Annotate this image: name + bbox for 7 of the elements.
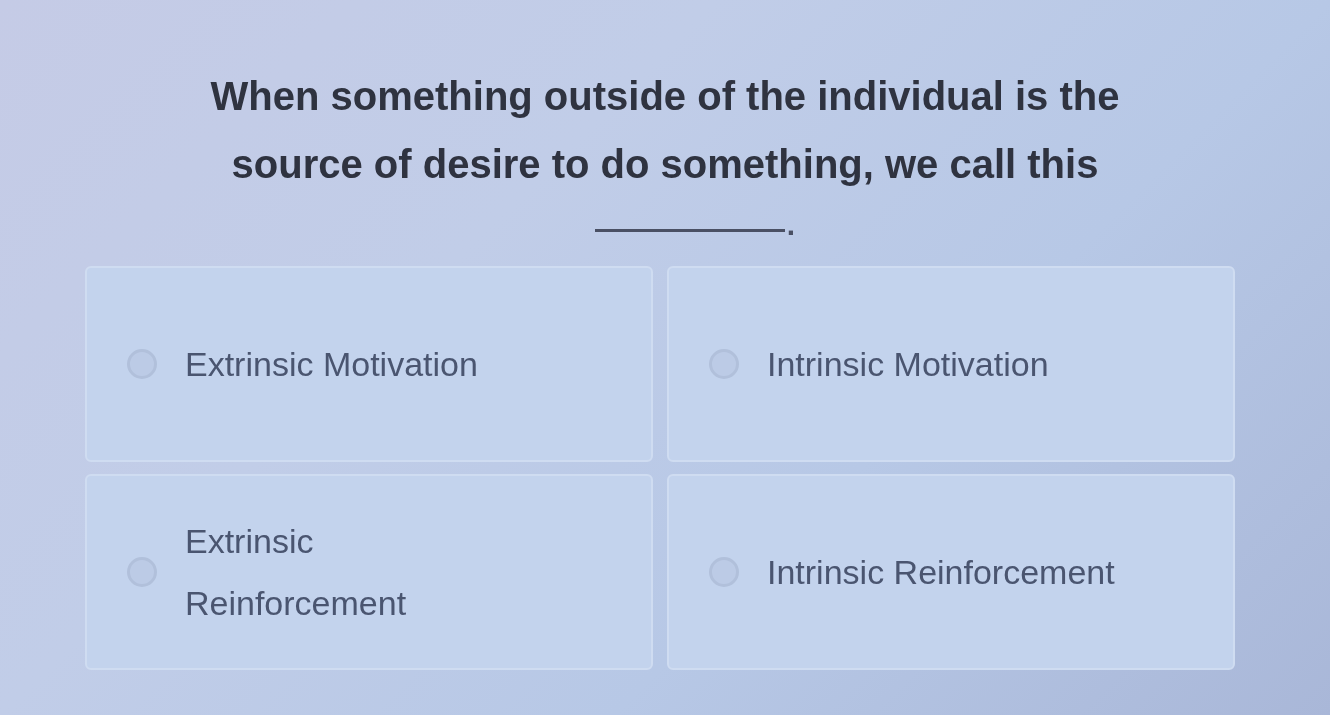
answer-option[interactable]: Intrinsic Reinforcement [667, 474, 1235, 670]
question-end-text: . [785, 210, 796, 240]
answer-option[interactable]: Intrinsic Motivation [667, 266, 1235, 462]
question-text: When something outside of the individual is the source of desire to do something, we call this [209, 73, 1121, 188]
answer-option[interactable]: Extrinsic Motivation [85, 266, 653, 462]
fill-in-line[interactable] [594, 229, 785, 232]
answer-option[interactable]: Extrinsic Reinforcement [85, 474, 653, 670]
